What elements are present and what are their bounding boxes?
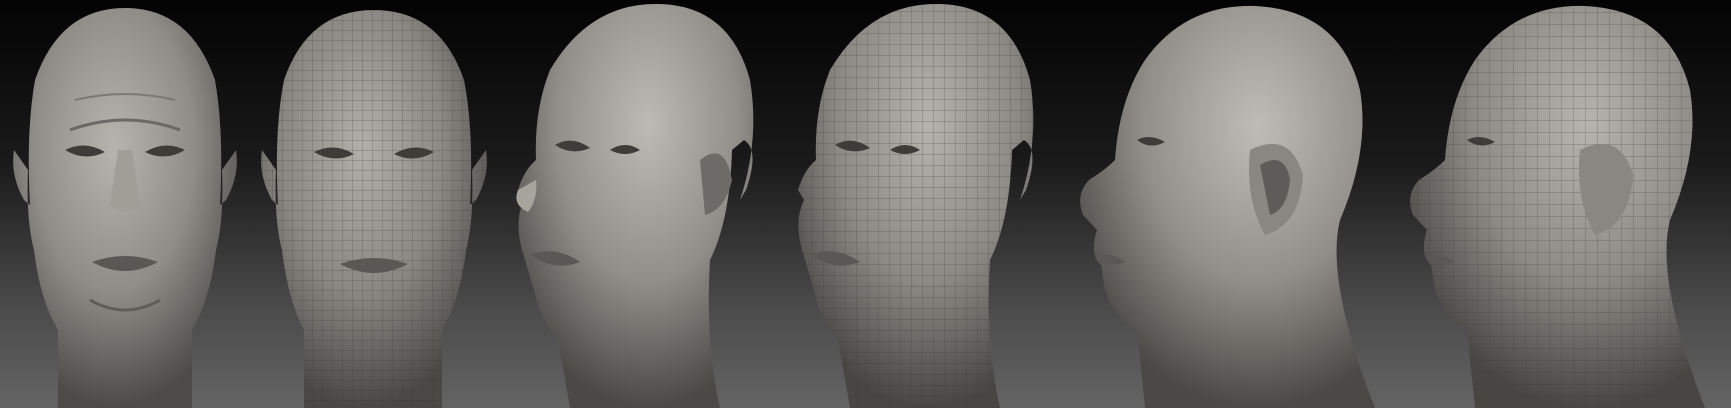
- profile-wire-head: [1410, 5, 1705, 408]
- head-front-sculpt: [0, 0, 250, 408]
- three-quarter-wire-head: [798, 3, 1034, 408]
- head-three-quarter-sculpt: [510, 0, 780, 408]
- front-clay-head: [13, 8, 237, 408]
- head-front-wireframe: [252, 0, 502, 408]
- profile-clay-head: [1080, 5, 1375, 408]
- front-wire-head: [261, 10, 487, 408]
- head-profile-sculpt: [1075, 0, 1395, 408]
- head-profile-wireframe: [1405, 0, 1731, 408]
- three-quarter-clay-head: [516, 3, 754, 408]
- head-three-quarter-wireframe: [790, 0, 1065, 408]
- head-render-strip: [0, 0, 1731, 408]
